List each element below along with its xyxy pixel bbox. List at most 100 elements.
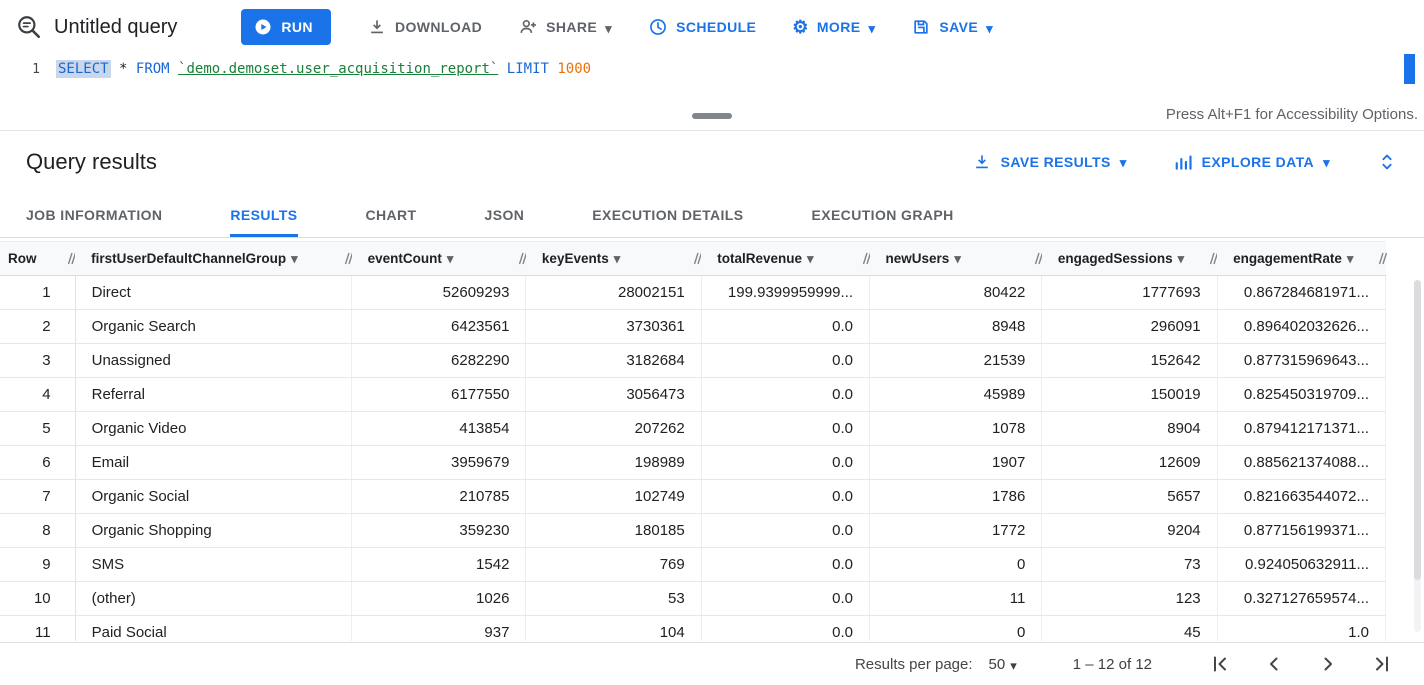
explore-data-dropdown-icon[interactable]: ▾	[1323, 156, 1330, 169]
page-size-value: 50	[989, 656, 1006, 673]
column-header-channel-group[interactable]: firstUserDefaultChannelGroup▾	[75, 242, 351, 276]
table-scrollbar-track[interactable]	[1414, 280, 1421, 632]
data-cell: 198989	[526, 446, 701, 480]
save-dropdown-icon[interactable]: ▾	[986, 22, 993, 35]
column-header-engagement-rate[interactable]: engagementRate▾	[1217, 242, 1385, 276]
sql-code-line[interactable]: SELECT * FROM `demo.demoset.user_acquisi…	[56, 54, 591, 104]
column-label: keyEvents	[542, 251, 609, 266]
table-header-row: Row firstUserDefaultChannelGroup▾ eventC…	[0, 242, 1386, 276]
data-cell: 0.0	[701, 344, 869, 378]
column-header-total-revenue[interactable]: totalRevenue▾	[701, 242, 869, 276]
bigquery-query-icon	[16, 14, 42, 40]
tab-json[interactable]: JSON	[485, 192, 525, 237]
tab-execution-graph[interactable]: EXECUTION GRAPH	[811, 192, 953, 237]
table-row: 10(other)1026530.0111230.327127659574...	[0, 582, 1386, 616]
schedule-label: SCHEDULE	[676, 19, 756, 35]
data-cell: 0.0	[701, 446, 869, 480]
more-dropdown-icon[interactable]: ▾	[868, 22, 875, 35]
data-cell: 1907	[870, 446, 1042, 480]
data-cell: 53	[526, 582, 701, 616]
sort-dropdown-icon[interactable]: ▾	[291, 251, 298, 267]
column-label: newUsers	[886, 251, 950, 266]
last-page-button[interactable]	[1370, 652, 1394, 676]
sql-editor[interactable]: 1 SELECT * FROM `demo.demoset.user_acqui…	[0, 54, 1424, 104]
expand-collapse-button[interactable]	[1376, 151, 1398, 173]
column-header-row[interactable]: Row	[0, 242, 75, 276]
explore-data-icon	[1173, 152, 1193, 172]
sort-dropdown-icon[interactable]: ▾	[1347, 251, 1354, 267]
column-header-key-events[interactable]: keyEvents ▾	[526, 242, 701, 276]
results-tab-bar: JOB INFORMATION RESULTS CHART JSON EXECU…	[0, 192, 1424, 238]
editor-scrollbar-thumb[interactable]	[1404, 54, 1415, 84]
unfold-icon	[1376, 151, 1398, 173]
sort-dropdown-icon[interactable]: ▾	[1178, 251, 1185, 267]
query-results-title: Query results	[26, 149, 157, 175]
explore-data-button[interactable]: EXPLORE DATA ▾	[1173, 152, 1330, 172]
tab-execution-details[interactable]: EXECUTION DETAILS	[592, 192, 743, 237]
next-page-button[interactable]	[1316, 652, 1340, 676]
table-row: 7Organic Social2107851027490.0178656570.…	[0, 480, 1386, 514]
share-button[interactable]: SHARE ▾	[518, 17, 612, 37]
data-cell: Organic Video	[75, 412, 351, 446]
data-cell: 359230	[352, 514, 526, 548]
sort-dropdown-icon[interactable]: ▾	[954, 251, 961, 267]
data-cell: 21539	[870, 344, 1042, 378]
schedule-button[interactable]: SCHEDULE	[648, 17, 756, 37]
data-cell: 0.0	[701, 514, 869, 548]
row-number-cell: 7	[0, 480, 75, 514]
tab-results[interactable]: RESULTS	[230, 192, 297, 237]
save-button[interactable]: SAVE ▾	[911, 17, 993, 37]
data-cell: 104	[526, 616, 701, 642]
results-actions: SAVE RESULTS ▾ EXPLORE DATA ▾	[972, 151, 1398, 173]
sort-dropdown-icon[interactable]: ▾	[614, 251, 621, 267]
column-header-new-users[interactable]: newUsers ▾	[870, 242, 1042, 276]
data-cell: 0.0	[701, 310, 869, 344]
pagination-range: 1 – 12 of 12	[1073, 656, 1152, 673]
sort-dropdown-icon[interactable]: ▾	[807, 251, 814, 267]
column-header-engaged-sessions[interactable]: engagedSessions▾	[1042, 242, 1217, 276]
tab-job-information[interactable]: JOB INFORMATION	[26, 192, 162, 237]
row-number-cell: 2	[0, 310, 75, 344]
save-results-dropdown-icon[interactable]: ▾	[1120, 156, 1127, 169]
column-resize-handle[interactable]	[1377, 250, 1387, 270]
data-cell: 1777693	[1042, 276, 1217, 310]
data-cell: 52609293	[352, 276, 526, 310]
data-cell: 0	[870, 616, 1042, 642]
data-cell: 296091	[1042, 310, 1217, 344]
data-cell: 769	[526, 548, 701, 582]
table-scrollbar-thumb[interactable]	[1414, 280, 1421, 580]
download-label: DOWNLOAD	[395, 19, 482, 35]
sort-dropdown-icon[interactable]: ▾	[447, 251, 454, 267]
data-cell: 0.924050632911...	[1217, 548, 1385, 582]
share-dropdown-icon[interactable]: ▾	[605, 22, 612, 35]
data-cell: 1026	[352, 582, 526, 616]
save-results-button[interactable]: SAVE RESULTS ▾	[972, 152, 1127, 172]
data-cell: 3730361	[526, 310, 701, 344]
clock-icon	[648, 17, 668, 37]
play-icon	[253, 17, 273, 37]
tab-chart[interactable]: CHART	[366, 192, 417, 237]
data-cell: 102749	[526, 480, 701, 514]
data-cell: 1542	[352, 548, 526, 582]
last-page-icon	[1370, 652, 1394, 676]
page-size-dropdown[interactable]: 50 ▾	[989, 656, 1017, 673]
data-cell: Direct	[75, 276, 351, 310]
more-button[interactable]: ⚙ MORE ▾	[792, 18, 875, 36]
data-cell: 180185	[526, 514, 701, 548]
table-row: 8Organic Shopping3592301801850.017729204…	[0, 514, 1386, 548]
sql-table-reference[interactable]: `demo.demoset.user_acquisition_report`	[178, 61, 498, 77]
data-cell: 3959679	[352, 446, 526, 480]
data-cell: 6282290	[352, 344, 526, 378]
gear-icon: ⚙	[792, 18, 809, 36]
download-button[interactable]: DOWNLOAD	[367, 17, 482, 37]
data-cell: 0.0	[701, 582, 869, 616]
data-cell: SMS	[75, 548, 351, 582]
previous-page-button[interactable]	[1262, 652, 1286, 676]
panel-resize-handle[interactable]	[692, 113, 732, 119]
page-size-caret-icon: ▾	[1010, 659, 1017, 672]
accessibility-hint: Press Alt+F1 for Accessibility Options.	[1166, 106, 1418, 123]
first-page-button[interactable]	[1208, 652, 1232, 676]
column-header-event-count[interactable]: eventCount▾	[352, 242, 526, 276]
run-button[interactable]: RUN	[241, 9, 331, 45]
save-icon	[911, 17, 931, 37]
